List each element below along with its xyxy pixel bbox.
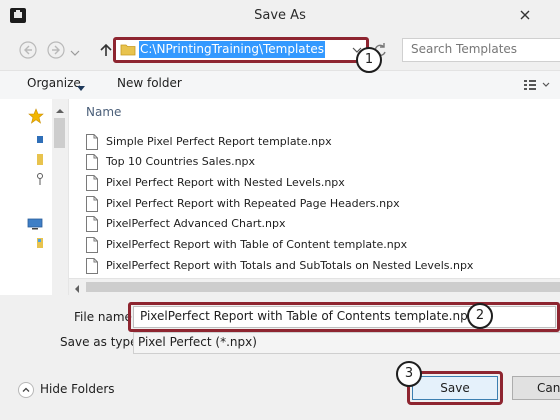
- file-name: PixelPerfect Advanced Chart.npx: [106, 217, 286, 230]
- close-icon[interactable]: [510, 6, 540, 26]
- callout-marker: 1: [356, 47, 382, 73]
- save-as-type-label: Save as type:: [60, 335, 142, 349]
- hide-folders-button[interactable]: Hide Folders: [14, 380, 124, 400]
- cancel-button[interactable]: Can: [512, 376, 560, 400]
- save-button[interactable]: Save: [412, 376, 498, 400]
- horizontal-scrollbar-thumb[interactable]: [86, 282, 560, 292]
- back-arrow-icon[interactable]: [18, 40, 38, 60]
- file-name: Top 10 Countries Sales.npx: [106, 155, 256, 168]
- scroll-up-arrow-icon[interactable]: [55, 103, 65, 117]
- chevron-up-icon: [18, 382, 34, 398]
- file-icon: [86, 258, 98, 274]
- file-icon: [86, 175, 98, 191]
- file-icon: [86, 237, 98, 253]
- folder-icon[interactable]: [37, 154, 45, 169]
- file-icon: [86, 216, 98, 232]
- view-options-icon[interactable]: [523, 77, 551, 93]
- file-name: Simple Pixel Perfect Report template.npx: [106, 135, 332, 148]
- hide-folders-label: Hide Folders: [40, 382, 115, 396]
- file-name: PixelPerfect Report with Table of Conten…: [106, 238, 408, 251]
- organize-button[interactable]: Organize: [27, 76, 81, 90]
- file-name-highlight-box: [128, 302, 560, 332]
- column-header-name[interactable]: Name: [86, 105, 121, 119]
- file-name: Pixel Perfect Report with Repeated Page …: [106, 197, 400, 210]
- file-icon: [86, 196, 98, 212]
- network-drive-icon[interactable]: [37, 236, 45, 253]
- file-icon: [86, 154, 98, 170]
- star-icon[interactable]: [28, 108, 44, 127]
- scroll-left-arrow-icon[interactable]: [74, 283, 80, 297]
- save-as-type-value[interactable]: Pixel Perfect (*.npx): [138, 335, 257, 349]
- desktop-icon[interactable]: [37, 134, 45, 148]
- nav-scrollbar-thumb[interactable]: [54, 118, 65, 148]
- file-name: PixelPerfect Report with Totals and SubT…: [106, 259, 474, 272]
- file-name-label: File name:: [74, 310, 136, 324]
- new-folder-button[interactable]: New folder: [117, 76, 182, 90]
- chevron-down-icon[interactable]: [77, 81, 85, 95]
- window-title: Save As: [254, 8, 306, 23]
- callout-marker: 2: [467, 303, 493, 329]
- search-input[interactable]: Search Templates: [411, 42, 517, 56]
- forward-arrow-icon[interactable]: [46, 40, 66, 60]
- file-name: Pixel Perfect Report with Nested Levels.…: [106, 176, 345, 189]
- file-icon: [86, 134, 98, 150]
- callout-marker: 3: [396, 361, 422, 387]
- computer-icon[interactable]: [27, 218, 43, 233]
- homegroup-icon[interactable]: [37, 172, 45, 189]
- address-highlight-box: [113, 37, 369, 63]
- recent-locations-chevron-icon[interactable]: [70, 46, 80, 60]
